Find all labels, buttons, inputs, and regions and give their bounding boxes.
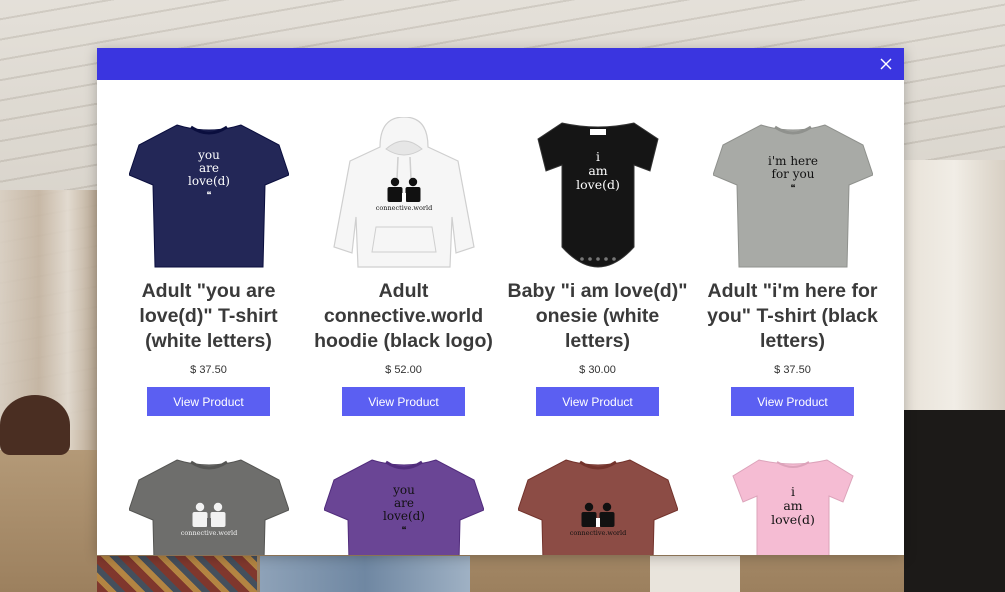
product-image[interactable]: connective.world: [517, 452, 678, 555]
view-product-button[interactable]: View Product: [731, 387, 854, 416]
product-title[interactable]: Adult "i'm here for you" T-shirt (black …: [703, 279, 883, 354]
product-card: connective.world Adult connective.world …: [306, 117, 501, 416]
product-image[interactable]: i am love(d): [713, 452, 873, 555]
product-card: i am love(d): [695, 452, 890, 555]
print-text: are: [394, 496, 414, 510]
print-text: love(d): [383, 509, 425, 523]
product-title[interactable]: Baby "i am love(d)" onesie (white letter…: [508, 279, 688, 354]
tshirt-shape: [517, 459, 678, 555]
product-image[interactable]: connective.world: [324, 117, 484, 275]
product-card: you are love(d) ❝ Adult "you are love(d)" T…: [111, 117, 306, 416]
logo-text: connective.world: [569, 529, 626, 537]
product-price: $ 37.50: [190, 364, 227, 376]
product-image[interactable]: i'm here for you ❝: [712, 117, 873, 275]
onesie-shape: [536, 122, 659, 268]
view-product-button[interactable]: View Product: [147, 387, 270, 416]
print-text: i: [596, 149, 600, 164]
view-product-button[interactable]: View Product: [342, 387, 465, 416]
product-modal: you are love(d) ❝ Adult "you are love(d)" T…: [97, 48, 904, 555]
print-text: ❝: [401, 525, 406, 536]
print-text: you: [197, 148, 220, 162]
print-text: am: [588, 163, 607, 178]
close-x-icon: [880, 58, 892, 70]
product-image[interactable]: you are love(d) ❝: [128, 117, 289, 275]
view-product-button[interactable]: View Product: [536, 387, 659, 416]
product-price: $ 37.50: [774, 364, 811, 376]
product-card: i'm here for you ❝ Adult "i'm here for you…: [695, 117, 890, 416]
tshirt-shape: [712, 124, 873, 268]
product-card: connective.world: [500, 452, 695, 555]
product-image[interactable]: you are love(d) ❝: [323, 452, 484, 555]
logo-text: connective.world: [375, 204, 432, 212]
print-text: you: [392, 483, 415, 497]
close-button[interactable]: [876, 54, 896, 74]
product-card: you are love(d) ❝: [306, 452, 501, 555]
hoodie-shape: [332, 117, 475, 268]
print-text: are: [199, 161, 219, 175]
print-text: for you: [771, 167, 814, 181]
print-text: love(d): [576, 177, 620, 192]
product-card: connective.world: [111, 452, 306, 555]
product-card: i am love(d) Baby "i am love(d)" onesie (w…: [500, 117, 695, 416]
print-text: love(d): [188, 174, 230, 188]
product-grid: you are love(d) ❝ Adult "you are love(d)" T…: [97, 80, 904, 555]
print-text: am: [783, 498, 802, 513]
tshirt-shape: [128, 459, 289, 555]
print-text: ❝: [790, 183, 795, 194]
product-title[interactable]: Adult connective.world hoodie (black log…: [314, 279, 494, 354]
print-text: i: [791, 484, 795, 499]
logo-text: connective.world: [180, 529, 237, 537]
product-image[interactable]: connective.world: [128, 452, 289, 555]
product-price: $ 30.00: [579, 364, 616, 376]
modal-header: [97, 48, 904, 80]
product-price: $ 52.00: [385, 364, 422, 376]
product-title[interactable]: Adult "you are love(d)" T-shirt (white l…: [119, 279, 299, 354]
product-image[interactable]: i am love(d): [518, 117, 678, 275]
print-text: love(d): [771, 512, 815, 527]
print-text: ❝: [206, 190, 211, 201]
print-text: i'm here: [768, 154, 818, 168]
